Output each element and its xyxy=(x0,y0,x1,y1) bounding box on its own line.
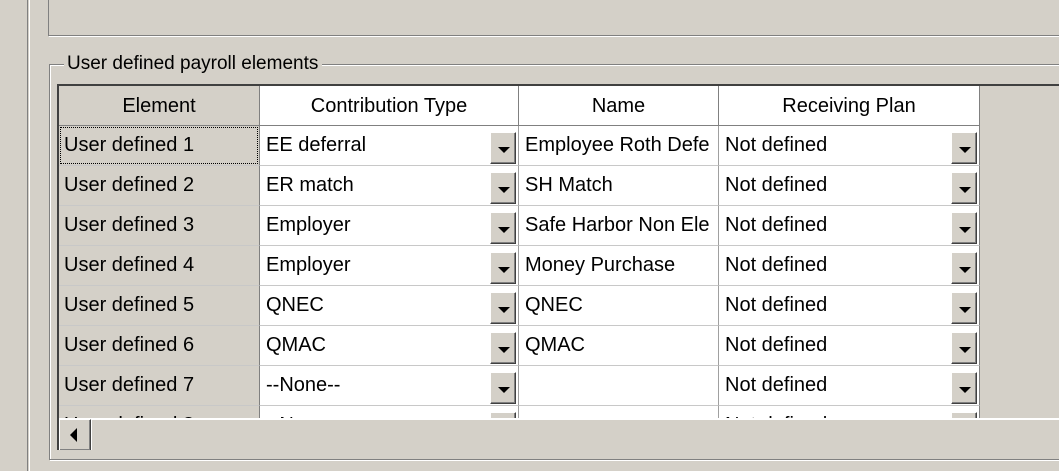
element-cell-text: User defined 8 xyxy=(64,406,194,418)
name-input[interactable] xyxy=(519,406,719,418)
contribution-type-select-text: Employer xyxy=(266,214,351,236)
scrollbar-thumb[interactable] xyxy=(91,419,1059,450)
element-cell-text: User defined 7 xyxy=(64,374,195,396)
element-cell: User defined 1 xyxy=(59,126,260,166)
contribution-type-select[interactable]: --None-- xyxy=(260,366,519,406)
chevron-down-icon[interactable] xyxy=(951,332,977,364)
name-input[interactable]: Employee Roth Defe xyxy=(519,126,719,166)
table-row[interactable]: User defined 4 Employer Money Purchase Not … xyxy=(59,246,980,286)
receiving-plan-select-text: Not defined xyxy=(725,134,828,156)
chevron-down-icon[interactable] xyxy=(490,212,516,244)
name-input-text: Employee Roth Defe xyxy=(525,134,710,156)
receiving-plan-select[interactable]: Not defined xyxy=(719,206,980,246)
receiving-plan-select-text: Not defined xyxy=(725,374,828,396)
element-cell-text: User defined 1 xyxy=(64,134,195,156)
table-row[interactable]: User defined 2 ER match SH Match Not define… xyxy=(59,166,980,206)
table-row[interactable]: User defined 8 --None-- Not defined xyxy=(59,406,980,418)
name-input-text: QMAC xyxy=(525,334,585,356)
receiving-plan-select-text: Not defined xyxy=(725,214,828,236)
grid-header: Element Contribution Type Name Receiving… xyxy=(59,86,980,126)
element-cell-text: User defined 5 xyxy=(64,294,195,316)
contribution-type-select-text: Employer xyxy=(266,254,351,276)
name-input-text: SH Match xyxy=(525,174,613,196)
receiving-plan-select[interactable]: Not defined xyxy=(719,326,980,366)
element-cell: User defined 8 xyxy=(59,406,260,418)
chevron-down-icon[interactable] xyxy=(490,132,516,164)
column-header-receiving-plan[interactable]: Receiving Plan xyxy=(719,86,980,126)
column-header-name[interactable]: Name xyxy=(519,86,719,126)
chevron-down-icon[interactable] xyxy=(951,292,977,324)
receiving-plan-select-text: Not defined xyxy=(725,334,828,356)
contribution-type-select[interactable]: Employer xyxy=(260,206,519,246)
contribution-type-select-text: ER match xyxy=(266,174,354,196)
chevron-down-icon[interactable] xyxy=(490,252,516,284)
receiving-plan-select[interactable]: Not defined xyxy=(719,126,980,166)
name-input[interactable]: Money Purchase xyxy=(519,246,719,286)
contribution-type-select[interactable]: Employer xyxy=(260,246,519,286)
element-cell-text: User defined 4 xyxy=(64,254,195,276)
chevron-down-icon[interactable] xyxy=(951,172,977,204)
contribution-type-select[interactable]: --None-- xyxy=(260,406,519,418)
contribution-type-select-text: --None-- xyxy=(266,374,341,396)
contribution-type-select[interactable]: ER match xyxy=(260,166,519,206)
receiving-plan-select[interactable]: Not defined xyxy=(719,246,980,286)
element-cell: User defined 3 xyxy=(59,206,260,246)
receiving-plan-select-text: Not defined xyxy=(725,294,828,316)
element-cell-text: User defined 3 xyxy=(64,214,195,236)
column-header-element[interactable]: Element xyxy=(59,86,260,126)
chevron-down-icon[interactable] xyxy=(951,132,977,164)
window-edge xyxy=(27,0,30,471)
element-cell: User defined 6 xyxy=(59,326,260,366)
table-row[interactable]: User defined 6 QMAC QMAC Not defined xyxy=(59,326,980,366)
name-input-text: QNEC xyxy=(525,294,583,316)
name-input[interactable]: Safe Harbor Non Ele xyxy=(519,206,719,246)
receiving-plan-select-text: Not defined xyxy=(725,254,828,276)
contribution-type-select[interactable]: QMAC xyxy=(260,326,519,366)
contribution-type-select[interactable]: QNEC xyxy=(260,286,519,326)
chevron-down-icon[interactable] xyxy=(951,372,977,404)
table-row[interactable]: User defined 7 --None-- Not defined xyxy=(59,366,980,406)
receiving-plan-select[interactable]: Not defined xyxy=(719,366,980,406)
table-row[interactable]: User defined 1 EE deferral Employee Roth D… xyxy=(59,126,980,166)
top-panel xyxy=(48,0,1059,36)
grid-viewport: Element Contribution Type Name Receiving… xyxy=(59,86,1059,418)
contribution-type-select[interactable]: EE deferral xyxy=(260,126,519,166)
element-cell: User defined 5 xyxy=(59,286,260,326)
arrow-left-icon[interactable] xyxy=(59,419,91,450)
element-cell: User defined 2 xyxy=(59,166,260,206)
chevron-down-icon[interactable] xyxy=(951,252,977,284)
chevron-down-icon[interactable] xyxy=(951,212,977,244)
column-header-contribution-type[interactable]: Contribution Type xyxy=(260,86,519,126)
payroll-elements-grid[interactable]: Element Contribution Type Name Receiving… xyxy=(57,84,1059,450)
contribution-type-select-text: --None-- xyxy=(266,406,340,418)
name-input[interactable] xyxy=(519,366,719,406)
contribution-type-select-text: EE deferral xyxy=(266,134,367,156)
contribution-type-select-text: QMAC xyxy=(266,334,326,356)
element-cell: User defined 4 xyxy=(59,246,260,286)
receiving-plan-select-text: Not defined xyxy=(725,174,828,196)
grid-empty-area xyxy=(980,86,1059,418)
name-input-text: Money Purchase xyxy=(525,254,676,276)
table-row[interactable]: User defined 5 QNEC QNEC Not defined xyxy=(59,286,980,326)
element-cell: User defined 7 xyxy=(59,366,260,406)
name-input[interactable]: SH Match xyxy=(519,166,719,206)
receiving-plan-select[interactable]: Not defined xyxy=(719,286,980,326)
chevron-down-icon[interactable] xyxy=(490,172,516,204)
receiving-plan-select[interactable]: Not defined xyxy=(719,406,980,418)
element-cell-text: User defined 6 xyxy=(64,334,195,356)
chevron-down-icon[interactable] xyxy=(490,292,516,324)
group-legend: User defined payroll elements xyxy=(64,52,323,76)
chevron-down-icon[interactable] xyxy=(490,372,516,404)
table-row[interactable]: User defined 3 Employer Safe Harbor Non El… xyxy=(59,206,980,246)
name-input[interactable]: QNEC xyxy=(519,286,719,326)
horizontal-scrollbar[interactable] xyxy=(59,418,1059,450)
receiving-plan-select-text: Not defined xyxy=(725,406,827,418)
chevron-down-icon[interactable] xyxy=(490,332,516,364)
element-cell-text: User defined 2 xyxy=(64,174,195,196)
contribution-type-select-text: QNEC xyxy=(266,294,324,316)
name-input[interactable]: QMAC xyxy=(519,326,719,366)
receiving-plan-select[interactable]: Not defined xyxy=(719,166,980,206)
name-input-text: Safe Harbor Non Ele xyxy=(525,214,710,236)
